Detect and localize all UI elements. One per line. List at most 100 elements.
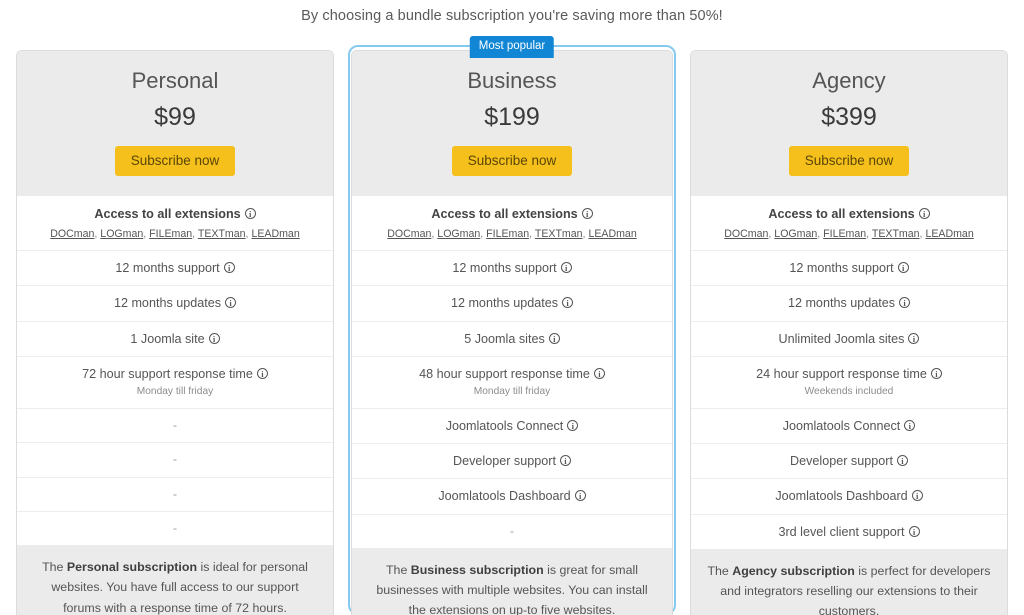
info-icon-feature[interactable] [593, 367, 605, 380]
info-icon-access-personal[interactable] [244, 208, 256, 220]
extension-link-logman[interactable]: LOGman [100, 228, 143, 240]
footer-prefix: The [42, 560, 67, 575]
footer-plan-name: Business subscription [410, 562, 544, 577]
footer-plan-name: Agency subscription [732, 563, 855, 578]
extension-link-textman[interactable]: TEXTman [872, 228, 920, 240]
feature-row-access-business: Access to all extensions DOCman, LOGman, … [352, 196, 672, 252]
pricing-card-personal: Personal $99 Subscribe now Access to all ex… [16, 50, 334, 615]
card-body-agency: Agency $399 Subscribe now Access to all ext… [690, 50, 1008, 615]
info-icon-feature[interactable] [897, 262, 909, 274]
feature-row: Joomlatools Dashboard [352, 479, 672, 515]
access-title-business: Access to all extensions [431, 207, 578, 222]
extension-link-docman[interactable]: DOCman [724, 228, 768, 240]
feature-label: - [173, 452, 177, 467]
info-icon-feature[interactable] [899, 297, 911, 309]
info-icon-feature[interactable] [930, 367, 942, 380]
extension-link-leadman[interactable]: LEADman [588, 228, 636, 240]
feature-row: - [17, 409, 333, 444]
feature-label: - [173, 521, 177, 535]
info-icon-feature[interactable] [567, 419, 579, 432]
extension-link-textman[interactable]: TEXTman [198, 228, 246, 240]
feature-label: Unlimited Joomla sites [778, 331, 905, 346]
extension-links-agency: DOCman, LOGman, FILEman, TEXTman, LEADma… [699, 227, 999, 242]
info-icon-feature[interactable] [896, 455, 908, 467]
feature-label: 12 months support [789, 261, 894, 276]
extension-links-business: DOCman, LOGman, FILEman, TEXTman, LEADma… [360, 227, 664, 242]
info-icon-access-business[interactable] [581, 208, 593, 220]
pricing-card-business: Most popular Business $199 Subscribe now Acc… [348, 36, 676, 615]
extension-link-docman[interactable]: DOCman [387, 228, 431, 240]
extension-link-docman[interactable]: DOCman [50, 228, 94, 240]
info-icon-feature[interactable] [223, 262, 235, 274]
feature-row: 12 months updates [691, 286, 1007, 322]
subscribe-button-business[interactable]: Subscribe now [451, 145, 573, 177]
feature-row: 12 months support [691, 251, 1007, 287]
extension-link-textman[interactable]: TEXTman [535, 228, 583, 240]
card-footer-business: The Business subscription is great for s… [352, 547, 672, 615]
feature-label: Joomlatools Connect [445, 418, 564, 433]
pricing-card-agency: Agency $399 Subscribe now Access to all ext… [690, 50, 1008, 615]
feature-label: 12 months support [452, 261, 557, 276]
feature-row: Developer support [352, 444, 672, 480]
page-headline: By choosing a bundle subscription you're… [301, 8, 723, 24]
info-icon-feature[interactable] [562, 297, 574, 309]
feature-row: 1 Joomla site [17, 322, 333, 357]
card-footer-agency: The Agency subscription is perfect for d… [691, 548, 1007, 615]
info-icon-feature[interactable] [256, 367, 268, 380]
info-icon-feature[interactable] [208, 332, 220, 345]
feature-row: 72 hour support response time Monday till… [17, 357, 333, 409]
feature-row: Joomlatools Dashboard [691, 479, 1007, 515]
features-list-personal: Access to all extensions DOCman, LOGman, … [17, 196, 333, 546]
feature-row-access-personal: Access to all extensions DOCman, LOGman, … [17, 196, 333, 252]
info-icon-feature[interactable] [574, 490, 586, 502]
features-list-agency: Access to all extensions DOCman, LOGman, … [691, 196, 1007, 549]
plan-price-business: $199 [484, 102, 540, 131]
feature-subtext: Monday till friday [473, 386, 551, 398]
feature-row: - [352, 515, 672, 548]
feature-row: 12 months updates [352, 286, 672, 322]
extension-link-leadman[interactable]: LEADman [251, 228, 299, 240]
feature-row: 12 months support [352, 251, 672, 287]
most-popular-badge: Most popular [469, 36, 555, 58]
feature-row: 24 hour support response time Weekends in… [691, 357, 1007, 409]
info-icon-access-agency[interactable] [918, 208, 930, 220]
feature-label: Developer support [453, 454, 556, 469]
info-icon-feature[interactable] [560, 262, 572, 274]
feature-label: Joomlatools Dashboard [775, 489, 908, 504]
info-icon-feature[interactable] [908, 525, 920, 538]
feature-row: Developer support [691, 444, 1007, 480]
feature-label: - [173, 486, 177, 501]
extension-link-logman[interactable]: LOGman [774, 228, 817, 240]
footer-prefix: The [385, 562, 411, 577]
feature-row: - [17, 443, 333, 478]
feature-row-access-agency: Access to all extensions DOCman, LOGman, … [691, 196, 1007, 252]
info-icon-feature[interactable] [225, 297, 237, 309]
info-icon-feature[interactable] [908, 332, 920, 345]
extension-link-logman[interactable]: LOGman [437, 228, 480, 240]
extension-links-personal: DOCman, LOGman, FILEman, TEXTman, LEADma… [25, 227, 325, 242]
feature-row: Unlimited Joomla sites [691, 322, 1007, 357]
feature-row: 5 Joomla sites [352, 322, 672, 357]
feature-subtext: Monday till friday [136, 386, 214, 398]
info-icon-feature[interactable] [559, 455, 571, 467]
feature-row: - [17, 512, 333, 545]
subscribe-button-agency[interactable]: Subscribe now [788, 145, 910, 177]
info-icon-feature[interactable] [548, 332, 560, 345]
feature-row: 3rd level client support [691, 515, 1007, 549]
feature-label: 1 Joomla site [130, 331, 205, 346]
plan-name-business: Business [467, 68, 557, 93]
feature-label: - [173, 417, 177, 432]
feature-label: 3rd level client support [778, 524, 905, 539]
extension-link-fileman[interactable]: FILEman [823, 228, 866, 240]
footer-prefix: The [707, 563, 733, 578]
pricing-page: By choosing a bundle subscription you're… [0, 0, 1024, 615]
extension-link-fileman[interactable]: FILEman [486, 228, 529, 240]
extension-link-leadman[interactable]: LEADman [925, 228, 973, 240]
feature-label: 72 hour support response time [82, 366, 253, 381]
info-icon-feature[interactable] [911, 490, 923, 502]
features-list-business: Access to all extensions DOCman, LOGman, … [352, 196, 672, 548]
info-icon-feature[interactable] [904, 419, 916, 432]
subscribe-button-personal[interactable]: Subscribe now [114, 145, 236, 177]
extension-link-fileman[interactable]: FILEman [149, 228, 192, 240]
card-footer-personal: The Personal subscription is ideal for p… [17, 545, 333, 615]
